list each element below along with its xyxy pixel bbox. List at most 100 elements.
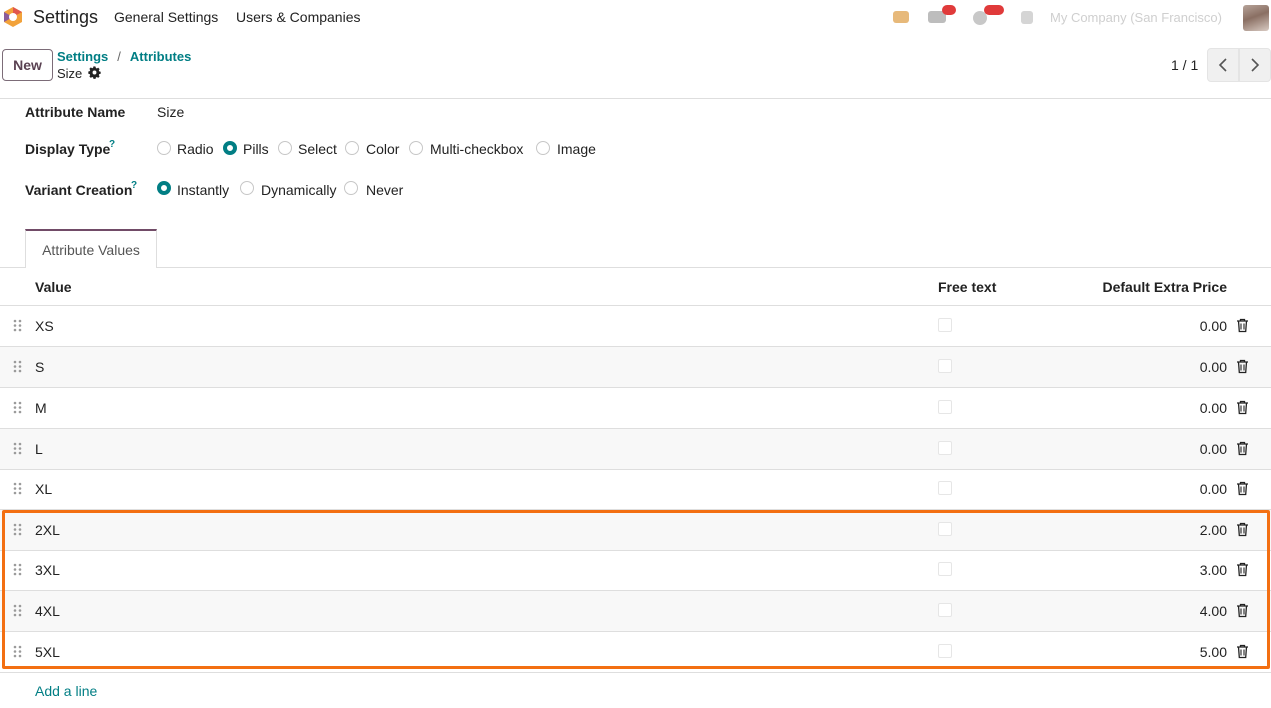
radio-variant-dynamically[interactable] [240,181,254,195]
drag-handle-icon[interactable] [13,319,22,332]
free-text-checkbox[interactable] [938,318,952,332]
table-row[interactable]: 4XL 4.00 [0,591,1271,632]
radio-label-multi-checkbox[interactable]: Multi-checkbox [430,141,523,157]
free-text-checkbox[interactable] [938,603,952,617]
chevron-right-icon [1251,58,1260,72]
company-name[interactable]: My Company (San Francisco) [1050,10,1222,25]
radio-display-image[interactable] [536,141,550,155]
cell-price[interactable]: 5.00 [1200,644,1227,660]
cell-value[interactable]: S [35,359,44,375]
menu-general-settings[interactable]: General Settings [114,9,218,25]
cell-price[interactable]: 0.00 [1200,318,1227,334]
display-type-help-icon[interactable]: ? [109,139,115,150]
radio-variant-instantly[interactable] [157,181,171,195]
radio-label-never[interactable]: Never [366,182,403,198]
breadcrumb-attributes[interactable]: Attributes [130,49,191,64]
radio-label-pills[interactable]: Pills [243,141,269,157]
variant-creation-label: Variant Creation [25,182,133,198]
drag-handle-icon[interactable] [13,523,22,536]
top-navbar: Settings General Settings Users & Compan… [0,0,1271,36]
drag-handle-icon[interactable] [13,645,22,658]
radio-label-dynamically[interactable]: Dynamically [261,182,336,198]
cell-price[interactable]: 2.00 [1200,522,1227,538]
table-row[interactable]: S 0.00 [0,347,1271,388]
trash-icon[interactable] [1236,481,1249,496]
cell-value[interactable]: 5XL [35,644,60,660]
radio-display-color[interactable] [345,141,359,155]
radio-label-image[interactable]: Image [557,141,596,157]
table-row[interactable]: 2XL 2.00 [0,510,1271,551]
pager-value[interactable]: 1 / 1 [1171,57,1198,73]
table-row[interactable]: XS 0.00 [0,306,1271,347]
table-row[interactable]: XL 0.00 [0,469,1271,510]
drag-handle-icon[interactable] [13,563,22,576]
radio-label-select[interactable]: Select [298,141,337,157]
trash-icon[interactable] [1236,441,1249,456]
table-row[interactable]: 3XL 3.00 [0,550,1271,591]
free-text-checkbox[interactable] [938,481,952,495]
cell-value[interactable]: M [35,400,47,416]
pager-previous-button[interactable] [1207,48,1239,82]
activity-badge [984,5,1004,15]
radio-variant-never[interactable] [344,181,358,195]
drag-handle-icon[interactable] [13,401,22,414]
cell-price[interactable]: 4.00 [1200,603,1227,619]
new-button[interactable]: New [2,49,53,81]
cell-price[interactable]: 0.00 [1200,400,1227,416]
free-text-checkbox[interactable] [938,400,952,414]
cell-price[interactable]: 0.00 [1200,481,1227,497]
table-row[interactable]: 5XL 5.00 [0,632,1271,673]
cell-value[interactable]: 3XL [35,562,60,578]
trash-icon[interactable] [1236,400,1249,415]
app-title[interactable]: Settings [33,7,98,28]
trash-icon[interactable] [1236,522,1249,537]
free-text-checkbox[interactable] [938,359,952,373]
cell-value[interactable]: L [35,441,43,457]
cell-value[interactable]: 2XL [35,522,60,538]
user-avatar[interactable] [1243,5,1269,31]
trash-icon[interactable] [1236,644,1249,659]
table-row[interactable]: L 0.00 [0,429,1271,470]
trash-icon[interactable] [1236,562,1249,577]
radio-display-pills[interactable] [223,141,237,155]
column-header-value[interactable]: Value [35,279,72,295]
drag-handle-icon[interactable] [13,360,22,373]
radio-label-radio[interactable]: Radio [177,141,214,157]
cell-value[interactable]: XL [35,481,52,497]
cell-value[interactable]: XS [35,318,54,334]
radio-label-instantly[interactable]: Instantly [177,182,229,198]
radio-display-multi-checkbox[interactable] [409,141,423,155]
table-row[interactable]: M 0.00 [0,388,1271,429]
trash-icon[interactable] [1236,359,1249,374]
free-text-checkbox[interactable] [938,441,952,455]
settings-app-logo-icon[interactable] [2,6,24,28]
radio-label-color[interactable]: Color [366,141,399,157]
radio-display-radio[interactable] [157,141,171,155]
tab-attribute-values[interactable]: Attribute Values [25,229,157,268]
pager-next-button[interactable] [1239,48,1271,82]
cell-price[interactable]: 0.00 [1200,441,1227,457]
company-switch-icon[interactable] [1021,11,1033,24]
trash-icon[interactable] [1236,603,1249,618]
drag-handle-icon[interactable] [13,482,22,495]
column-header-default-extra-price[interactable]: Default Extra Price [1103,279,1228,295]
free-text-checkbox[interactable] [938,644,952,658]
cell-price[interactable]: 3.00 [1200,562,1227,578]
cell-value[interactable]: 4XL [35,603,60,619]
record-name: Size [57,66,83,81]
add-line-link[interactable]: Add a line [35,683,97,699]
drag-handle-icon[interactable] [13,604,22,617]
menu-users-companies[interactable]: Users & Companies [236,9,361,25]
gear-icon[interactable] [88,66,101,79]
free-text-checkbox[interactable] [938,522,952,536]
radio-display-select[interactable] [278,141,292,155]
breadcrumb-settings[interactable]: Settings [57,49,108,64]
column-header-free-text[interactable]: Free text [938,279,996,295]
attribute-name-field[interactable]: Size [157,104,184,120]
free-text-checkbox[interactable] [938,562,952,576]
cell-price[interactable]: 0.00 [1200,359,1227,375]
variant-creation-help-icon[interactable]: ? [131,180,137,191]
debug-icon[interactable] [893,11,909,23]
drag-handle-icon[interactable] [13,442,22,455]
trash-icon[interactable] [1236,318,1249,333]
